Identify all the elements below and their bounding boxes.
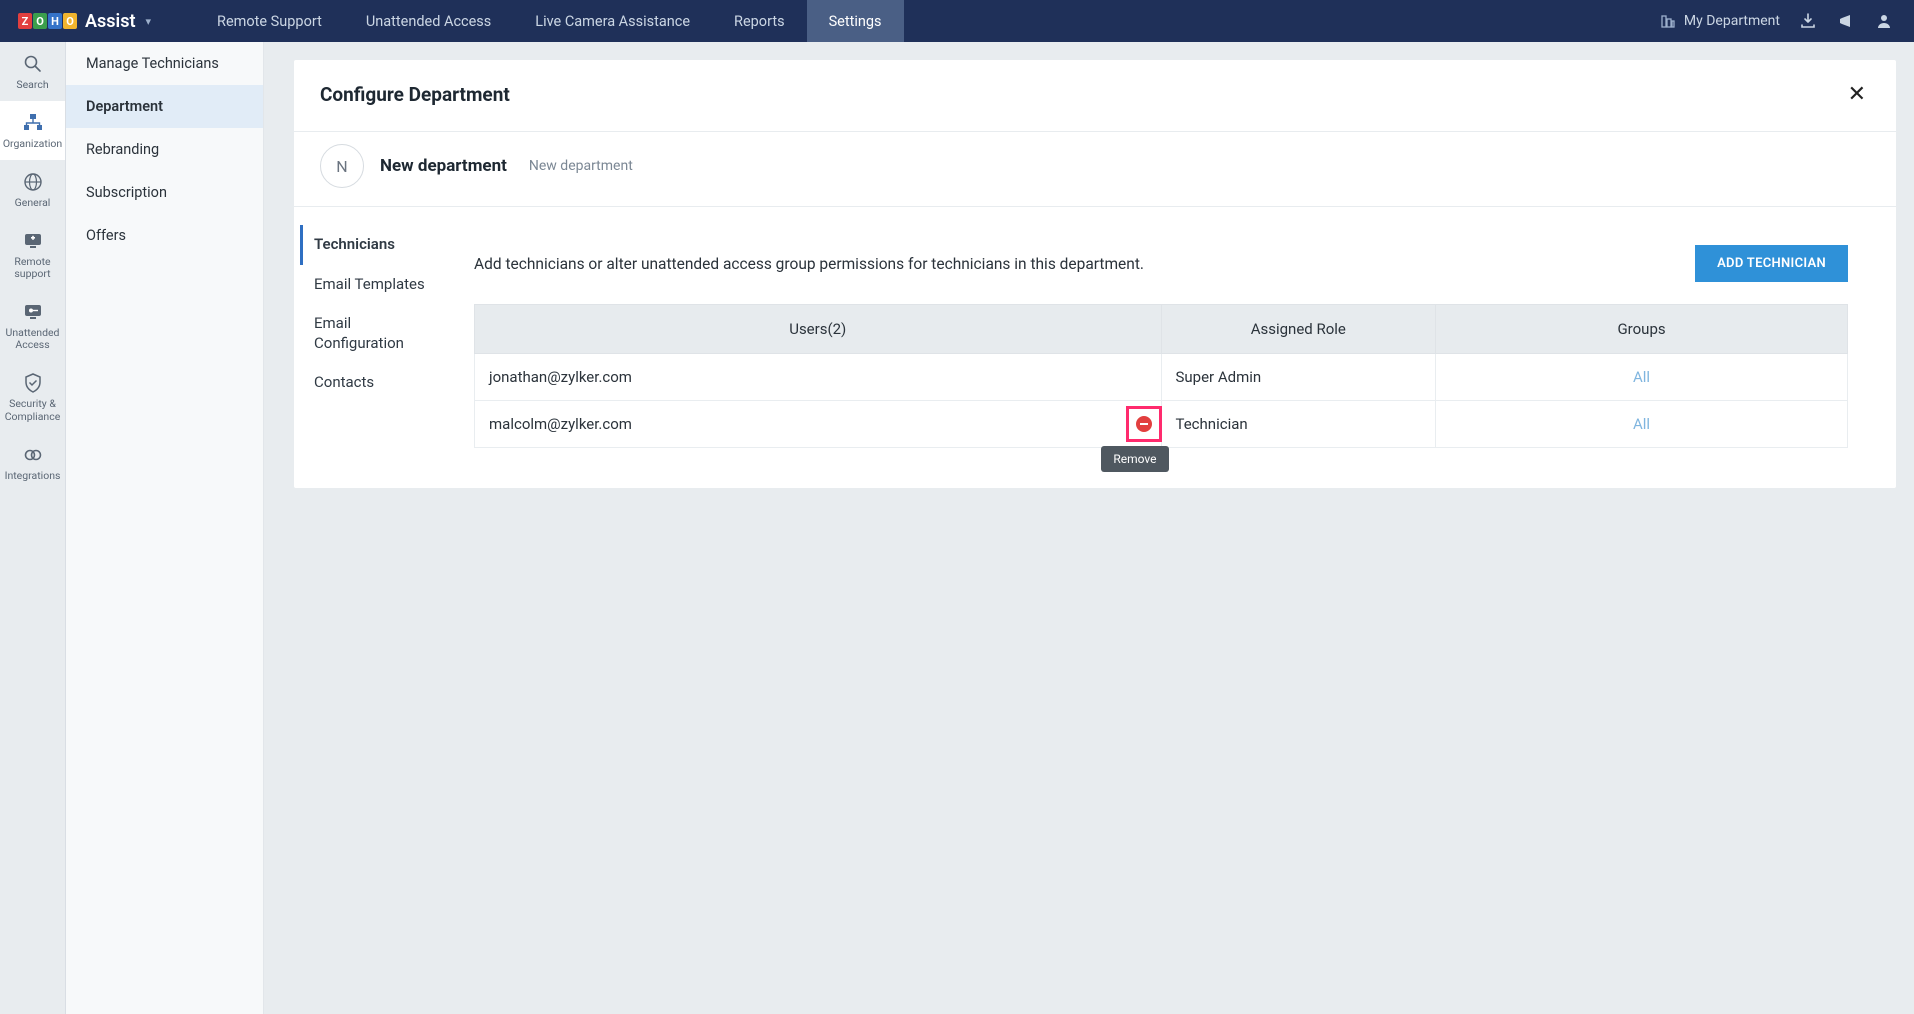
description-row: Add technicians or alter unattended acce… <box>474 245 1848 282</box>
tab-contacts[interactable]: Contacts <box>300 363 440 403</box>
table-row[interactable]: jonathan@zylker.com Super Admin All <box>475 354 1848 401</box>
rail-label: Organization <box>3 138 62 150</box>
department-header: N New department New department <box>294 132 1896 207</box>
cell-role: Technician <box>1161 401 1436 448</box>
department-label: My Department <box>1684 13 1780 29</box>
left-rail: Search Organization General Remote suppo… <box>0 42 66 1014</box>
panel-header: Configure Department ✕ <box>294 60 1896 132</box>
topbar: Z O H O Assist ▾ Remote Support Unattend… <box>0 0 1914 42</box>
remote-support-icon <box>22 230 44 252</box>
nav-settings[interactable]: Settings <box>807 0 904 42</box>
sidebar-item-department[interactable]: Department <box>66 85 263 128</box>
shield-icon <box>22 372 44 394</box>
main-area: Configure Department ✕ N New department … <box>264 42 1914 1014</box>
cell-groups: All <box>1436 354 1848 401</box>
rail-label: Unattended Access <box>2 327 63 351</box>
rail-label: Remote support <box>2 256 63 280</box>
panel-body: Technicians Email Templates Email Config… <box>294 207 1896 488</box>
link-icon <box>22 444 44 466</box>
nav-unattended-access[interactable]: Unattended Access <box>344 0 513 42</box>
rail-label: Integrations <box>5 470 61 482</box>
tab-content: Add technicians or alter unattended acce… <box>452 225 1876 488</box>
rail-general[interactable]: General <box>0 160 65 219</box>
add-technician-button[interactable]: ADD TECHNICIAN <box>1695 245 1848 282</box>
panel-title: Configure Department <box>320 83 510 106</box>
nav-reports[interactable]: Reports <box>712 0 807 42</box>
top-nav: Remote Support Unattended Access Live Ca… <box>195 0 903 42</box>
technicians-table: Users(2) Assigned Role Groups jonathan@z… <box>474 304 1848 448</box>
tab-email-configuration[interactable]: Email Configuration <box>300 304 440 363</box>
nav-live-camera[interactable]: Live Camera Assistance <box>513 0 712 42</box>
configure-department-panel: Configure Department ✕ N New department … <box>294 60 1896 488</box>
groups-link[interactable]: All <box>1450 368 1833 386</box>
table-row[interactable]: malcolm@zylker.com Remove Technician All <box>475 401 1848 448</box>
nav-remote-support[interactable]: Remote Support <box>195 0 344 42</box>
rail-integrations[interactable]: Integrations <box>0 433 65 492</box>
col-groups: Groups <box>1436 305 1848 354</box>
tab-technicians[interactable]: Technicians <box>300 225 440 265</box>
remove-tooltip: Remove <box>1101 446 1168 472</box>
department-avatar: N <box>320 144 364 188</box>
rail-label: Security & Compliance <box>2 398 63 422</box>
tab-email-templates[interactable]: Email Templates <box>300 265 440 305</box>
cell-user: jonathan@zylker.com <box>475 354 1162 401</box>
download-icon[interactable] <box>1798 11 1818 31</box>
rail-search[interactable]: Search <box>0 42 65 101</box>
description-text: Add technicians or alter unattended acce… <box>474 255 1675 273</box>
chevron-down-icon[interactable]: ▾ <box>146 15 152 28</box>
sidebar-item-rebranding[interactable]: Rebranding <box>66 128 263 171</box>
rail-organization[interactable]: Organization <box>0 101 65 160</box>
groups-link[interactable]: All <box>1450 415 1833 433</box>
rail-unattended-access[interactable]: Unattended Access <box>0 290 65 361</box>
remove-minus-icon <box>1136 416 1152 432</box>
search-icon <box>22 53 44 75</box>
rail-security[interactable]: Security & Compliance <box>0 361 65 432</box>
rail-label: Search <box>16 79 48 91</box>
unattended-icon <box>22 301 44 323</box>
department-name: New department <box>380 156 507 176</box>
cell-groups: All <box>1436 401 1848 448</box>
close-icon[interactable]: ✕ <box>1844 82 1870 107</box>
logo-zoho-icon: Z O H O <box>18 13 77 29</box>
settings-sidebar: Manage Technicians Department Rebranding… <box>66 42 264 1014</box>
cell-role: Super Admin <box>1161 354 1436 401</box>
user-icon[interactable] <box>1874 11 1894 31</box>
cell-user: malcolm@zylker.com Remove <box>475 401 1162 448</box>
topbar-right: My Department <box>1660 11 1894 31</box>
sidebar-item-offers[interactable]: Offers <box>66 214 263 257</box>
building-icon <box>1660 13 1676 29</box>
department-selector[interactable]: My Department <box>1660 13 1780 29</box>
col-users: Users(2) <box>475 305 1162 354</box>
organization-icon <box>22 112 44 134</box>
rail-remote-support[interactable]: Remote support <box>0 219 65 290</box>
logo-product: Assist <box>85 11 136 32</box>
announcement-icon[interactable] <box>1836 11 1856 31</box>
globe-icon <box>22 171 44 193</box>
sidebar-item-manage-technicians[interactable]: Manage Technicians <box>66 42 263 85</box>
department-subtitle: New department <box>529 158 633 174</box>
sidebar-item-subscription[interactable]: Subscription <box>66 171 263 214</box>
col-role: Assigned Role <box>1161 305 1436 354</box>
side-tabs: Technicians Email Templates Email Config… <box>300 225 440 488</box>
logo[interactable]: Z O H O Assist ▾ <box>18 11 151 32</box>
remove-button[interactable] <box>1126 406 1162 442</box>
rail-label: General <box>15 197 51 209</box>
